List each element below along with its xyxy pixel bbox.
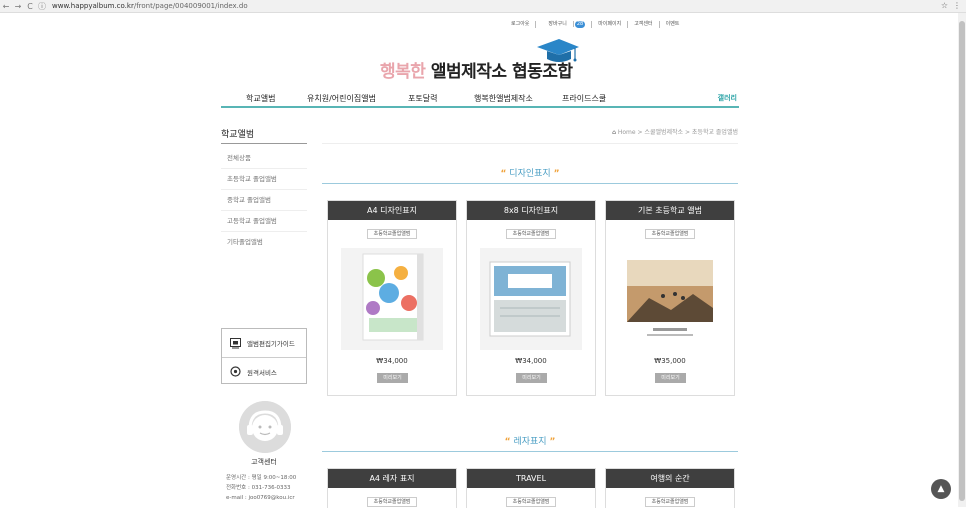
cart-link[interactable]: 장바구니 28 (536, 21, 593, 28)
scrollbar-thumb[interactable] (959, 21, 965, 501)
product-name[interactable]: 8x8 디자인표지 (467, 201, 595, 220)
phone-number: 전화번호 : 031-736-0333 (226, 485, 291, 491)
product-name[interactable]: 여행의 순간 (606, 469, 734, 488)
sidebar-divider (221, 143, 307, 144)
cart-label: 장바구니 (542, 21, 574, 27)
operating-hours: 운영시간 : 평일 9:00~18:00 (226, 475, 297, 481)
home-icon[interactable]: ⌂ (612, 129, 616, 136)
browser-menu-icon[interactable]: ⋮ (953, 1, 961, 10)
event-link[interactable]: 이벤트 (660, 21, 686, 28)
site-logo[interactable]: 행복한 앨범제작소 협동조합 (380, 57, 573, 82)
chevron-up-icon: ▲ (937, 484, 945, 494)
album-editor-guide-button[interactable]: 앨범편집기가이드 (222, 329, 306, 357)
product-price: ₩34,000 (515, 357, 547, 365)
product-name[interactable]: TRAVEL (467, 469, 595, 488)
product-card[interactable]: A4 레자 표지 초등학교졸업앨범 (327, 468, 457, 508)
open-quote-icon: “ (500, 169, 507, 179)
breadcrumb: ⌂ Home > 스쿨앨범제작소 > 초등학교 졸업앨범 (612, 127, 738, 136)
product-name[interactable]: A4 레자 표지 (328, 469, 456, 488)
product-image-8x8-design[interactable] (480, 248, 582, 350)
product-image-basic-elementary[interactable] (619, 248, 721, 350)
guide-box: 앨범편집기가이드 원격서비스 (221, 328, 307, 384)
url-host: www.happyalbum.co.kr (52, 2, 134, 10)
album-editor-guide-label: 앨범편집기가이드 (247, 340, 295, 348)
utility-nav: 로그아웃 장바구니 28 마이페이지 고객센터 이벤트 (505, 21, 685, 28)
customer-center-title: 고객센터 (251, 458, 277, 466)
preview-button[interactable]: 미리보기 (655, 373, 686, 383)
logo-part1: 행복한 (380, 62, 426, 82)
remote-service-label: 원격서비스 (247, 368, 277, 377)
browser-toolbar: ← → C ⓘ www.happyalbum.co.kr/front/page/… (0, 0, 966, 13)
section-title-design-cover: “ 디자인표지 ” (322, 166, 738, 179)
nav-item-school-album[interactable]: 학교앨범 (246, 93, 275, 104)
sidebar-item-elementary[interactable]: 초등학교 졸업앨범 (221, 169, 307, 190)
close-quote-icon: ” (549, 437, 556, 447)
product-tag: 초등학교졸업앨범 (367, 229, 417, 239)
scroll-to-top-button[interactable]: ▲ (931, 479, 951, 499)
product-card[interactable]: A4 디자인표지 초등학교졸업앨범 ₩34,000 미리보기 (327, 200, 457, 396)
nav-item-photo-calendar[interactable]: 포토달력 (408, 93, 437, 104)
section-divider (322, 451, 738, 452)
nav-item-happy-album-studio[interactable]: 행복한앨범제작소 (474, 93, 533, 104)
product-card[interactable]: 8x8 디자인표지 초등학교졸업앨범 ₩34,000 미리보기 (466, 200, 596, 396)
info-icon[interactable]: ⓘ (36, 1, 48, 12)
sidebar-item-all-products[interactable]: 전체상품 (221, 148, 307, 169)
nav-item-pride-school[interactable]: 프라이드스쿨 (562, 93, 606, 104)
url-path: /front/page/004009001/index.do (133, 2, 248, 10)
section-divider (322, 183, 738, 184)
close-quote-icon: ” (553, 169, 560, 179)
preview-button[interactable]: 미리보기 (516, 373, 547, 383)
remote-support-icon (230, 366, 241, 377)
product-card[interactable]: TRAVEL 초등학교졸업앨범 (466, 468, 596, 508)
nav-item-kindergarten-album[interactable]: 유치원/어린이집앨범 (307, 93, 376, 104)
back-icon[interactable]: ← (0, 2, 12, 11)
logout-link[interactable]: 로그아웃 (505, 21, 537, 28)
sidebar-item-middle[interactable]: 중학교 졸업앨범 (221, 190, 307, 211)
section-title-text: 레자표지 (513, 437, 547, 447)
page-scrollbar[interactable] (958, 13, 966, 507)
mypage-link[interactable]: 마이페이지 (592, 21, 629, 28)
sidebar-item-other[interactable]: 기타졸업앨범 (221, 232, 307, 253)
product-tag: 초등학교졸업앨범 (506, 229, 556, 239)
bookmark-star-icon[interactable]: ☆ (941, 1, 948, 10)
monitor-icon (230, 337, 241, 348)
main-nav: 학교앨범 유치원/어린이집앨범 포토달력 행복한앨범제작소 프라이드스쿨 갤러리 (221, 88, 739, 108)
address-bar[interactable]: www.happyalbum.co.kr/front/page/00400900… (52, 2, 248, 10)
reload-icon[interactable]: C (24, 2, 36, 11)
cart-count-badge: 28 (574, 21, 586, 28)
breadcrumb-path: > 스쿨앨범제작소 > 초등학교 졸업앨범 (635, 129, 739, 136)
product-card[interactable]: 기본 초등학교 앨범 초등학교졸업앨범 ₩35,000 미리보기 (605, 200, 735, 396)
nav-item-gallery[interactable]: 갤러리 (718, 93, 737, 103)
content-divider (322, 143, 738, 144)
preview-button[interactable]: 미리보기 (377, 373, 408, 383)
product-image-a4-design[interactable] (341, 248, 443, 350)
product-tag: 초등학교졸업앨범 (367, 497, 417, 507)
sidebar-item-high[interactable]: 고등학교 졸업앨범 (221, 211, 307, 232)
email-address: e-mail : joo0769@kou.icr (226, 495, 295, 501)
product-tag: 초등학교졸업앨범 (645, 229, 695, 239)
product-name[interactable]: 기본 초등학교 앨범 (606, 201, 734, 220)
remote-service-button[interactable]: 원격서비스 (222, 357, 306, 385)
forward-icon[interactable]: → (12, 2, 24, 11)
product-price: ₩35,000 (654, 357, 686, 365)
logo-part2: 앨범제작소 협동조합 (425, 62, 573, 82)
customer-center-headset-icon (239, 401, 291, 453)
product-tag: 초등학교졸업앨범 (645, 497, 695, 507)
customer-center-info: 운영시간 : 평일 9:00~18:00 전화번호 : 031-736-0333… (226, 473, 296, 503)
section-title-leather-cover: “ 레자표지 ” (322, 434, 738, 447)
support-link[interactable]: 고객센터 (628, 21, 660, 28)
breadcrumb-home[interactable]: Home (618, 129, 636, 136)
open-quote-icon: “ (504, 437, 511, 447)
sidebar-title: 학교앨범 (221, 130, 255, 140)
product-name[interactable]: A4 디자인표지 (328, 201, 456, 220)
product-tag: 초등학교졸업앨범 (506, 497, 556, 507)
product-price: ₩34,000 (376, 357, 408, 365)
product-card[interactable]: 여행의 순간 초등학교졸업앨범 (605, 468, 735, 508)
section-title-text: 디자인표지 (509, 169, 551, 179)
